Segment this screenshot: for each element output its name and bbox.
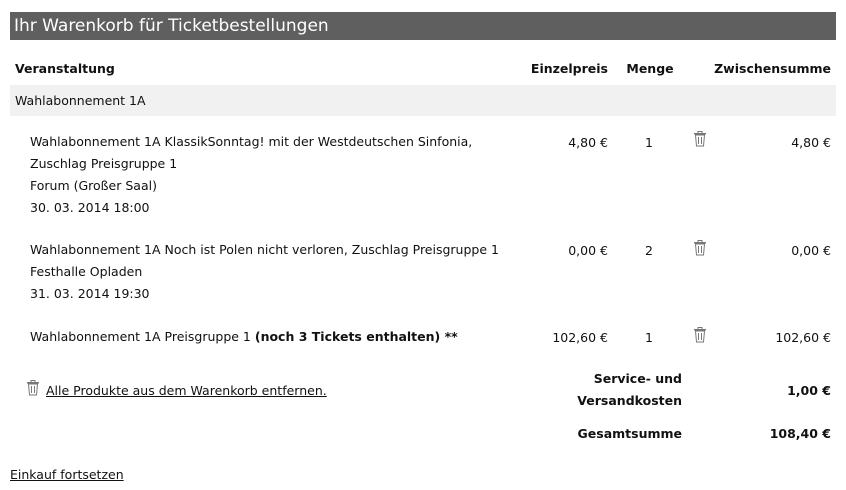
item-title: Wahlabonnement 1A Preisgruppe 1 — [30, 329, 251, 344]
group-row: Wahlabonnement 1A — [10, 85, 836, 116]
item-venue: Forum (Großer Saal) — [30, 178, 157, 193]
item-subtotal: 0,00 € — [791, 243, 831, 258]
service-costs-value: 1,00 € — [787, 383, 831, 398]
item-unit-price: 0,00 € — [568, 243, 608, 258]
col-subtotal: Zwischensumme — [714, 61, 831, 76]
cart-header: Ihr Warenkorb für Ticketbestellungen — [10, 12, 836, 40]
service-label-line2: Versandkosten — [577, 393, 682, 408]
item-title: Wahlabonnement 1A Noch ist Polen nicht v… — [30, 242, 499, 257]
grand-total-value: 108,40 € — [769, 426, 831, 441]
cart-item: Wahlabonnement 1A Preisgruppe 1 (noch 3 … — [30, 326, 520, 348]
item-subtotal: 102,60 € — [775, 330, 831, 345]
remove-item-button[interactable] — [693, 240, 707, 256]
item-title: Wahlabonnement 1A KlassikSonntag! mit de… — [30, 134, 473, 171]
item-datetime: 31. 03. 2014 19:30 — [30, 286, 150, 301]
trash-icon — [693, 240, 707, 256]
remove-all-link[interactable]: Alle Produkte aus dem Warenkorb entferne… — [46, 383, 327, 398]
grand-total-label: Gesamtsumme — [577, 426, 682, 441]
trash-icon — [26, 380, 40, 396]
service-costs-label: Service- und Versandkosten — [540, 368, 682, 412]
item-quantity: 1 — [645, 135, 653, 150]
remove-item-button[interactable] — [693, 327, 707, 343]
remove-all-icon-button[interactable] — [26, 380, 40, 396]
item-quantity: 2 — [645, 243, 653, 258]
group-label: Wahlabonnement 1A — [15, 93, 146, 108]
continue-shopping-link[interactable]: Einkauf fortsetzen — [10, 467, 124, 482]
page-title: Ihr Warenkorb für Ticketbestellungen — [14, 16, 329, 36]
col-event: Veranstaltung — [15, 61, 115, 76]
trash-icon — [693, 131, 707, 147]
item-datetime: 30. 03. 2014 18:00 — [30, 200, 150, 215]
item-venue: Festhalle Opladen — [30, 264, 143, 279]
item-quantity: 1 — [645, 330, 653, 345]
item-subtotal: 4,80 € — [791, 135, 831, 150]
item-unit-price: 4,80 € — [568, 135, 608, 150]
col-quantity: Menge — [626, 61, 674, 76]
trash-icon — [693, 327, 707, 343]
cart-item: Wahlabonnement 1A KlassikSonntag! mit de… — [30, 131, 520, 219]
item-unit-price: 102,60 € — [552, 330, 608, 345]
item-note: (noch 3 Tickets enthalten) ** — [254, 329, 458, 344]
remove-item-button[interactable] — [693, 131, 707, 147]
service-label-line1: Service- und — [593, 371, 682, 386]
cart-item: Wahlabonnement 1A Noch ist Polen nicht v… — [30, 239, 520, 305]
col-unit-price: Einzelpreis — [530, 61, 608, 76]
